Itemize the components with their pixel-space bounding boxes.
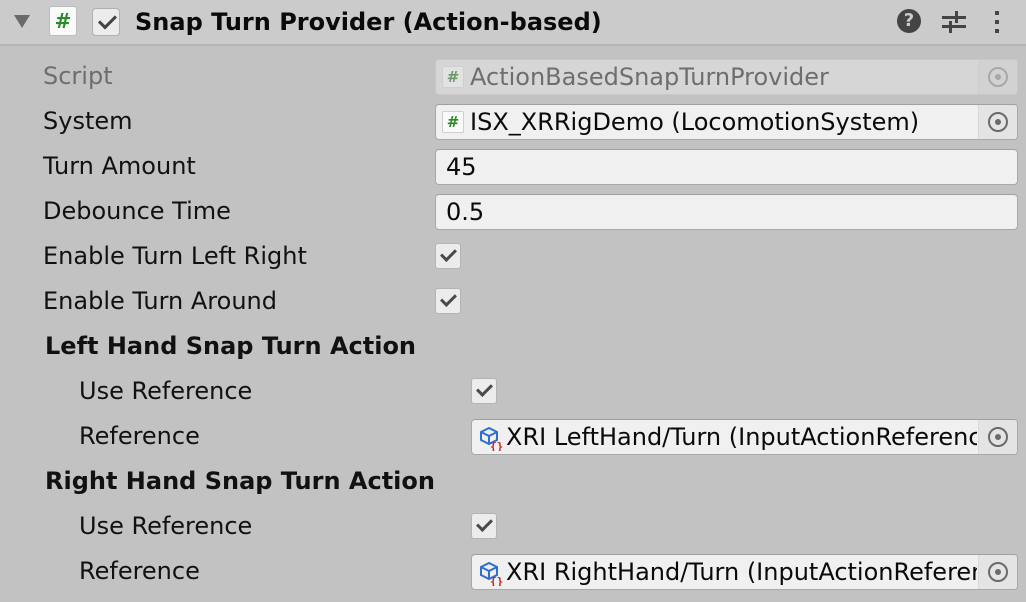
target-icon [988, 427, 1008, 447]
debounce-time-label[interactable]: Debounce Time [43, 191, 231, 231]
turn-amount-value: 45 [446, 153, 477, 181]
checkmark-icon [97, 10, 118, 30]
csharp-script-icon: # [442, 66, 464, 88]
component-enabled-checkbox[interactable] [92, 8, 120, 36]
right-use-reference-checkbox[interactable] [471, 513, 497, 539]
right-reference-value: XRI RightHand/Turn (InputActionReference… [506, 558, 977, 586]
checkmark-icon [476, 515, 493, 532]
left-reference-label: Reference [79, 422, 200, 450]
script-value: ActionBasedSnapTurnProvider [470, 63, 829, 91]
left-use-reference-row: Use Reference [0, 371, 1026, 411]
left-reference-field[interactable]: {} XRI LeftHand/Turn (InputActionReferen… [471, 419, 1018, 455]
checkmark-icon [440, 245, 457, 262]
enable-turn-around-checkbox[interactable] [435, 288, 461, 314]
right-reference-label: Reference [79, 557, 200, 585]
object-picker-button[interactable] [978, 420, 1017, 454]
component-title: Snap Turn Provider (Action-based) [135, 8, 602, 36]
system-label: System [43, 107, 133, 135]
left-use-reference-checkbox[interactable] [471, 378, 497, 404]
checkmark-icon [440, 290, 457, 307]
target-icon [988, 112, 1008, 132]
component-header[interactable]: # Snap Turn Provider (Action-based) ? [0, 0, 1026, 46]
right-reference-field[interactable]: {} XRI RightHand/Turn (InputActionRefere… [471, 554, 1018, 590]
target-icon [988, 562, 1008, 582]
foldout-triangle-icon[interactable] [14, 15, 30, 28]
right-reference-row: Reference {} XRI RightHand/Turn (InputAc… [0, 551, 1026, 591]
script-label: Script [43, 62, 113, 90]
left-reference-value: XRI LeftHand/Turn (InputActionReference) [506, 423, 977, 451]
object-picker-button[interactable] [978, 555, 1017, 589]
input-action-reference-icon: {} [480, 561, 503, 586]
right-use-reference-row: Use Reference [0, 506, 1026, 546]
system-value: ISX_XRRigDemo (LocomotionSystem) [470, 108, 920, 136]
enable-turn-around-row: Enable Turn Around [0, 281, 1026, 321]
debounce-time-value: 0.5 [446, 198, 485, 226]
svg-text:{}: {} [490, 440, 503, 451]
enable-turn-around-label: Enable Turn Around [43, 287, 277, 315]
script-row: Script # ActionBasedSnapTurnProvider [0, 56, 1026, 96]
turn-amount-row: Turn Amount 45 [0, 146, 1026, 186]
svg-text:{}: {} [490, 575, 503, 586]
left-use-reference-label: Use Reference [79, 377, 253, 405]
csharp-script-icon: # [442, 111, 464, 133]
checkmark-icon [476, 380, 493, 397]
left-hand-header-label: Left Hand Snap Turn Action [45, 332, 417, 360]
object-picker-button [978, 60, 1017, 94]
enable-turn-left-right-label: Enable Turn Left Right [43, 242, 307, 270]
input-action-reference-icon: {} [480, 426, 503, 451]
debounce-time-row: Debounce Time 0.5 [0, 191, 1026, 231]
csharp-script-icon: # [49, 6, 77, 36]
right-hand-header-label: Right Hand Snap Turn Action [45, 467, 435, 495]
enable-turn-left-right-checkbox[interactable] [435, 243, 461, 269]
debounce-time-input[interactable]: 0.5 [435, 194, 1018, 230]
turn-amount-input[interactable]: 45 [435, 149, 1018, 185]
system-row: System # ISX_XRRigDemo (LocomotionSystem… [0, 101, 1026, 141]
system-field[interactable]: # ISX_XRRigDemo (LocomotionSystem) [435, 104, 1018, 140]
left-reference-row: Reference {} XRI LeftHand/Turn (InputAct… [0, 416, 1026, 456]
turn-amount-label[interactable]: Turn Amount [43, 146, 196, 186]
left-hand-section-header: Left Hand Snap Turn Action [0, 326, 1026, 366]
presets-sliders-icon[interactable] [941, 9, 967, 35]
kebab-menu-icon[interactable] [987, 9, 1007, 35]
right-hand-section-header: Right Hand Snap Turn Action [0, 461, 1026, 501]
target-icon [988, 67, 1008, 87]
script-field: # ActionBasedSnapTurnProvider [435, 59, 1018, 95]
object-picker-button[interactable] [978, 105, 1017, 139]
help-icon[interactable]: ? [897, 9, 921, 33]
enable-turn-left-right-row: Enable Turn Left Right [0, 236, 1026, 276]
right-use-reference-label: Use Reference [79, 512, 253, 540]
